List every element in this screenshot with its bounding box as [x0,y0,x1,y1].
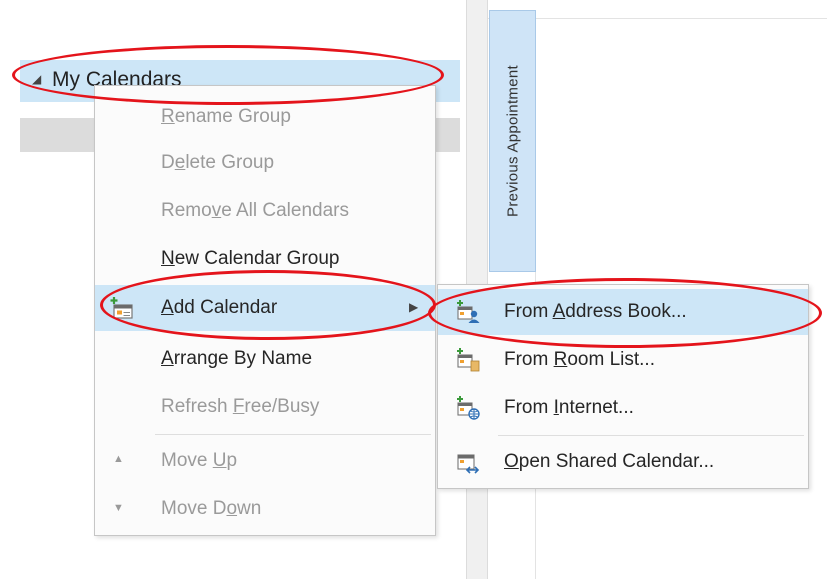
label-part: From [504,349,554,370]
menu-item-label: Add Calendar [161,297,277,319]
submenu-arrow-icon: ▶ [409,300,419,314]
menu-item-refresh-free-busy[interactable]: Refresh Free/Busy [95,384,435,430]
label-part: Move [161,450,213,471]
access-key: A [161,348,174,369]
submenu-item-label: From Room List... [504,349,655,371]
menu-item-label: Remove All Calendars [161,200,349,222]
label-part: ew Calendar Group [174,248,340,269]
access-key: R [161,106,175,127]
label-part: p [226,450,238,471]
label-part: From [504,301,553,322]
submenu-separator [498,435,804,436]
label-part: pen Shared Calendar... [518,451,715,472]
submenu-item-label: From Address Book... [504,301,687,323]
label-part: Refresh [161,396,233,417]
menu-item-move-down[interactable]: ▼ Move Down [95,486,435,532]
address-book-calendar-icon [457,300,480,323]
label-part: ddress Book... [565,301,687,322]
access-key: A [552,301,566,322]
label-part: wn [237,498,262,519]
submenu-item-from-room-list[interactable]: From Room List... [438,337,808,383]
submenu-item-label: Open Shared Calendar... [504,451,714,473]
label-part: From [504,397,554,418]
access-key: A [161,297,174,318]
submenu-item-label: From Internet... [504,397,634,419]
menu-item-label: Delete Group [161,152,274,174]
label-part: lete Group [185,152,275,173]
label-part: oom List... [567,349,655,370]
access-key: v [211,200,222,221]
menu-item-label: Move Down [161,498,261,520]
access-key: O [504,451,519,472]
label-part: dd Calendar [173,297,278,318]
internet-calendar-icon [457,396,480,420]
move-down-icon: ▼ [113,502,124,514]
menu-item-label: Arrange By Name [161,348,312,370]
label-part: nternet... [558,397,634,418]
label-part: D [161,152,175,173]
previous-appointment-button[interactable]: Previous Appointment [489,10,536,272]
submenu-item-open-shared-calendar[interactable]: Open Shared Calendar... [438,439,808,485]
label-part: ree/Busy [244,396,320,417]
submenu-item-from-address-book[interactable]: From Address Book... [438,289,808,335]
shared-calendar-icon [457,454,480,474]
label-part: rrange By Name [173,348,313,369]
access-key: R [553,349,568,370]
menu-item-new-calendar-group[interactable]: New Calendar Group [95,236,435,282]
access-key: F [232,396,245,417]
menu-item-rename-group[interactable]: Rename Group [95,94,435,140]
menu-item-arrange-by-name[interactable]: Arrange By Name [95,336,435,382]
add-calendar-submenu: From Address Book... From Room List... F… [437,284,809,489]
group-context-menu: Rename Group Delete Group Remove All Cal… [94,85,436,536]
label-part: e All Calendars [221,200,349,221]
add-calendar-icon [110,297,133,319]
calendar-gridline [488,18,827,19]
access-key: o [226,498,238,519]
menu-item-label: Move Up [161,450,237,472]
menu-item-move-up[interactable]: ▲ Move Up [95,438,435,484]
room-list-calendar-icon [457,348,480,372]
menu-item-remove-all-calendars[interactable]: Remove All Calendars [95,188,435,234]
label-part: ename Group [174,106,291,127]
menu-item-delete-group[interactable]: Delete Group [95,140,435,186]
menu-item-add-calendar[interactable]: Add Calendar ▶ [95,285,435,331]
label-part: Move D [161,498,227,519]
access-key: N [161,248,175,269]
menu-separator [155,434,431,435]
menu-item-label: New Calendar Group [161,248,340,270]
submenu-item-from-internet[interactable]: From Internet... [438,385,808,431]
collapse-triangle-icon[interactable]: ◢ [32,72,41,86]
menu-item-label: Refresh Free/Busy [161,396,319,418]
access-key: U [212,450,227,471]
menu-item-label: Rename Group [161,106,291,128]
move-up-icon: ▲ [113,453,124,465]
previous-appointment-label: Previous Appointment [504,65,521,217]
access-key: e [174,152,186,173]
label-part: Remo [161,200,212,221]
